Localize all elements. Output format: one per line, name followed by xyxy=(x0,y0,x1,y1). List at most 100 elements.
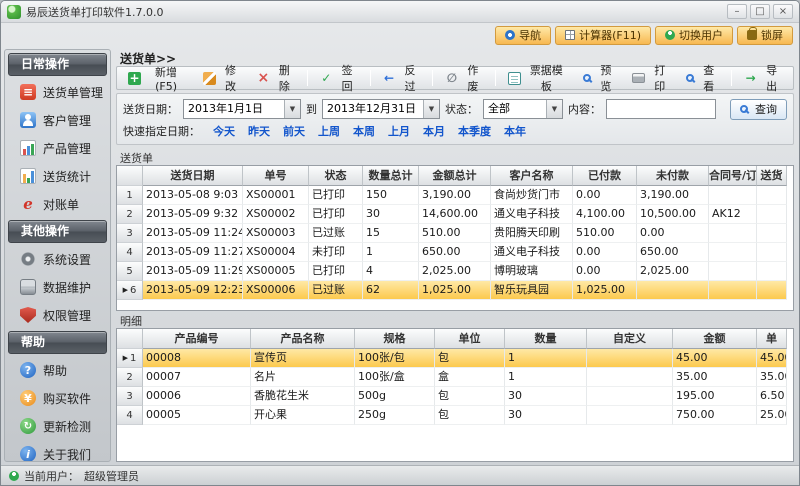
sidebar-item-statement[interactable]: 对账单 xyxy=(6,190,109,218)
column-header[interactable]: 单号 xyxy=(243,166,309,186)
date-from-combobox[interactable]: 2013年1月1日 ▼ xyxy=(183,99,301,119)
sidebar-item-about[interactable]: 关于我们 xyxy=(6,440,109,462)
topbar-button-lock[interactable]: 锁屏 xyxy=(737,26,793,45)
column-header[interactable]: 金额总计 xyxy=(419,166,491,186)
toolbar-add-button[interactable]: 新增(F5) xyxy=(121,68,194,88)
chevron-down-icon[interactable]: ▼ xyxy=(423,100,439,118)
sidebar-item-shield[interactable]: 权限管理 xyxy=(6,301,109,329)
sidebar-item-data[interactable]: 数据维护 xyxy=(6,273,109,301)
sidebar-item-help[interactable]: 帮助 xyxy=(6,356,109,384)
search-icon xyxy=(740,105,748,113)
toolbar-void-button[interactable]: 作废 xyxy=(438,68,490,88)
table-cell: 00007 xyxy=(143,368,251,387)
table-row[interactable]: 22013-05-09 9:32XS00002已打印3014,600.00通义电… xyxy=(117,205,793,224)
quick-date-1[interactable]: 昨天 xyxy=(248,123,270,139)
column-header[interactable]: 未付款 xyxy=(637,166,709,186)
topbar-button-nav[interactable]: 导航 xyxy=(495,26,551,45)
column-header[interactable]: 送货 xyxy=(757,166,787,186)
column-header[interactable]: 客户名称 xyxy=(491,166,573,186)
sidebar-section-header-2[interactable]: 帮助 xyxy=(8,331,107,354)
toolbar-revert-button[interactable]: 反过 xyxy=(376,68,428,88)
quick-date-3[interactable]: 上周 xyxy=(318,123,340,139)
sidebar-item-stats[interactable]: 送货统计 xyxy=(6,162,109,190)
table-cell: 已打印 xyxy=(309,186,363,205)
column-header[interactable]: 数量总计 xyxy=(363,166,419,186)
sidebar-item-update[interactable]: 更新检测 xyxy=(6,412,109,440)
column-header[interactable]: 已付款 xyxy=(573,166,637,186)
table-cell: 已过账 xyxy=(309,281,363,300)
quick-date-2[interactable]: 前天 xyxy=(283,123,305,139)
table-row[interactable]: 300006香脆花生米500g包30195.006.50 xyxy=(117,387,793,406)
table-cell: AK12 xyxy=(709,205,757,224)
toolbar-print-button[interactable]: 打印 xyxy=(625,68,677,88)
toolbar-view-button[interactable]: 查看 xyxy=(679,68,726,88)
toolbar-edit-button[interactable]: 修改 xyxy=(196,68,248,88)
quick-date-7[interactable]: 本季度 xyxy=(458,123,491,139)
nav-icon xyxy=(505,30,515,40)
tab-delivery-orders[interactable]: 送货单>> xyxy=(116,49,794,66)
date-range-label: 送货日期： xyxy=(123,101,178,117)
table-cell: XS00002 xyxy=(243,205,309,224)
table-cell: 62 xyxy=(363,281,419,300)
row-number-text: 2 xyxy=(126,209,132,220)
toolbar-export-button[interactable]: 导出 xyxy=(737,68,789,88)
minimize-icon[interactable] xyxy=(727,4,747,19)
table-cell: 贵阳腾天印刷 xyxy=(491,224,573,243)
toolbar-button-label: 反过 xyxy=(400,62,421,94)
column-header[interactable]: 单位 xyxy=(435,329,505,349)
table-cell: 2013-05-09 11:29 xyxy=(143,262,243,281)
table-cell: 博明玻璃 xyxy=(491,262,573,281)
toolbar-signback-button[interactable]: 签回 xyxy=(313,68,365,88)
table-cell: 开心果 xyxy=(251,406,355,425)
table-row[interactable]: 400005开心果250g包30750.0025.00 xyxy=(117,406,793,425)
table-cell: 包 xyxy=(435,387,505,406)
table-row[interactable]: 52013-05-09 11:29XS00005已打印42,025.00博明玻璃… xyxy=(117,262,793,281)
table-cell: 45.00 xyxy=(673,349,757,368)
quick-date-4[interactable]: 本周 xyxy=(353,123,375,139)
date-to-combobox[interactable]: 2013年12月31日 ▼ xyxy=(322,99,440,119)
quick-date-0[interactable]: 今天 xyxy=(213,123,235,139)
status-combobox[interactable]: 全部 ▼ xyxy=(483,99,563,119)
column-header[interactable]: 单 xyxy=(757,329,787,349)
toolbar-button-label: 新增(F5) xyxy=(145,64,187,93)
column-header[interactable]: 产品名称 xyxy=(251,329,355,349)
topbar-button-switch-user[interactable]: 切换用户 xyxy=(655,26,733,45)
column-header[interactable]: 状态 xyxy=(309,166,363,186)
column-header[interactable]: 金额 xyxy=(673,329,757,349)
sidebar-item-customer[interactable]: 客户管理 xyxy=(6,106,109,134)
column-header[interactable]: 合同号/订 xyxy=(709,166,757,186)
topbar-button-calculator[interactable]: 计算器(F11) xyxy=(555,26,651,45)
chevron-down-icon[interactable]: ▼ xyxy=(546,100,562,118)
column-header[interactable]: 自定义 xyxy=(587,329,673,349)
quick-dates-row: 快速指定日期： 今天昨天前天上周本周上月本月本季度本年 xyxy=(123,121,787,141)
sidebar-item-buy[interactable]: 购买软件 xyxy=(6,384,109,412)
table-row[interactable]: 32013-05-09 11:24XS00003已过账15510.00贵阳腾天印… xyxy=(117,224,793,243)
table-row[interactable]: 200007名片100张/盒盒135.0035.00 xyxy=(117,368,793,387)
toolbar-template-button[interactable]: 票据模板 xyxy=(501,68,574,88)
table-row[interactable]: ▶100008宣传页100张/包包145.0045.00 xyxy=(117,349,793,368)
window-title: 易辰送货单打印软件1.7.0.0 xyxy=(26,4,722,20)
column-header[interactable]: 数量 xyxy=(505,329,587,349)
table-row[interactable]: 12013-05-08 9:03XS00001已打印1503,190.00食尚炒… xyxy=(117,186,793,205)
maximize-icon[interactable] xyxy=(750,4,770,19)
column-header[interactable]: 送货日期 xyxy=(143,166,243,186)
quick-date-5[interactable]: 上月 xyxy=(388,123,410,139)
column-header[interactable]: 规格 xyxy=(355,329,435,349)
sidebar-item-delivery[interactable]: 送货单管理 xyxy=(6,78,109,106)
table-row[interactable]: ▶62013-05-09 12:23XS00006已过账621,025.00智乐… xyxy=(117,281,793,300)
query-button[interactable]: 查询 xyxy=(730,99,787,120)
quick-date-6[interactable]: 本月 xyxy=(423,123,445,139)
sidebar-section-header-1[interactable]: 其他操作 xyxy=(8,220,107,243)
quick-date-8[interactable]: 本年 xyxy=(504,123,526,139)
close-icon[interactable] xyxy=(773,4,793,19)
column-header[interactable]: 产品编号 xyxy=(143,329,251,349)
sidebar-item-product[interactable]: 产品管理 xyxy=(6,134,109,162)
table-row[interactable]: 42013-05-09 11:27XS00004未打印1650.00通义电子科技… xyxy=(117,243,793,262)
sidebar-section-header-0[interactable]: 日常操作 xyxy=(8,53,107,76)
toolbar-preview-button[interactable]: 预览 xyxy=(576,68,623,88)
toolbar-delete-button[interactable]: 删除 xyxy=(250,68,302,88)
chevron-down-icon[interactable]: ▼ xyxy=(284,100,300,118)
sidebar-item-settings[interactable]: 系统设置 xyxy=(6,245,109,273)
toolbar-separator xyxy=(731,70,732,86)
content-input[interactable] xyxy=(606,99,716,119)
